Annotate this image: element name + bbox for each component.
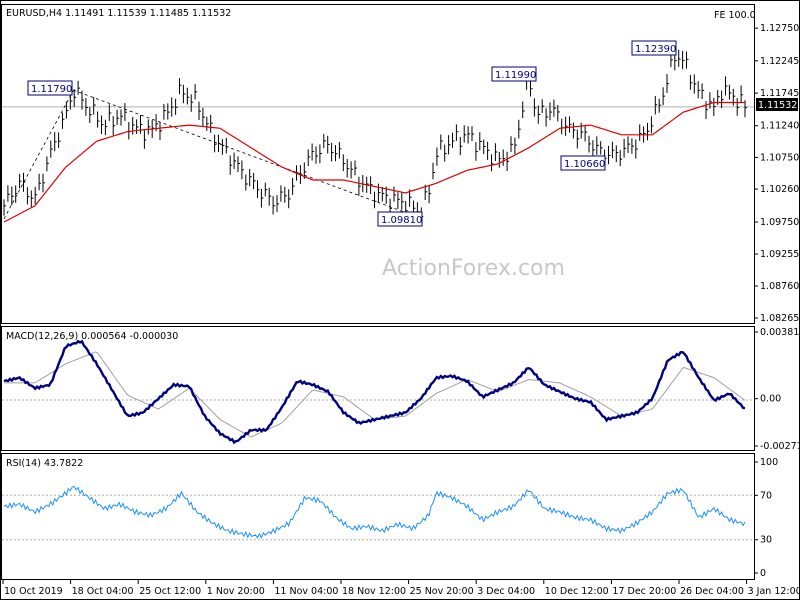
price-tick-label: 1.10260 [760,184,799,195]
price-tick-label: 1.08760 [760,281,799,292]
rsi-tick-label: 70 [760,490,772,501]
price-tick-label: 1.12245 [760,56,799,67]
annotation-1-11990: 1.11990 [491,66,537,82]
rsi-title: RSI(14) 43.7822 [6,458,83,469]
price-tick-label: 1.10750 [760,152,799,163]
time-tick-label: 3 Jan 12:00 [748,586,800,597]
price-tick-label: 1.11240 [760,121,799,132]
rsi-panel-frame [1,453,755,580]
macd-tick-label: 0.003819 [760,327,800,338]
price-tick-label: 1.09255 [760,249,799,260]
time-tick-label: 11 Nov 04:00 [274,586,338,597]
current-price-box: 1.11532 [756,98,798,111]
time-tick-label: 1 Nov 20:00 [207,586,265,597]
annotation-label: 1.11790 [31,84,72,95]
price-tick-label: 1.09750 [760,217,799,228]
rsi-tick-label: 100 [760,457,778,468]
symbol-header: EURUSD,H4 1.11491 1.11539 1.11485 1.1153… [6,8,231,19]
current-price-label: 1.11532 [758,100,797,111]
eurusd-h4-chart: ActionForex.com EURUSD,H4 1.11491 1.1153… [0,0,800,600]
annotation-label: 1.11990 [495,70,536,81]
watermark: ActionForex.com [382,256,565,281]
time-tick-label: 3 Dec 04:00 [477,586,535,597]
time-tick-label: 18 Nov 12:00 [342,586,406,597]
time-tick-label: 17 Dec 20:00 [612,586,676,597]
price-axis: 1.12750 1.12245 1.11745 1.11240 1.10750 1.102… [754,23,799,324]
time-tick-label: 25 Nov 20:00 [410,586,474,597]
macd-panel-frame [1,326,755,451]
macd-axis: 0.003819 0.00 -0.002713 [754,327,800,452]
macd-tick-label: -0.002713 [760,441,800,452]
price-tick-label: 1.08265 [760,313,799,324]
rsi-axis: 100 70 30 0 [754,457,778,579]
rsi-tick-label: 30 [760,535,772,546]
annotation-1-10660: 1.10660 [560,155,606,171]
rsi-tick-label: 0 [760,568,766,579]
time-tick-label: 25 Oct 12:00 [139,586,201,597]
annotation-label: 1.09810 [381,215,422,226]
time-tick-label: 10 Oct 2019 [4,586,63,597]
annotation-label: 1.10660 [564,159,605,170]
annotation-1-12390: 1.12390 [631,40,677,56]
fe-label: FE 100.0 [714,10,756,21]
annotation-1-09810: 1.09810 [377,211,423,227]
macd-title: MACD(12,26,9) 0.000564 -0.000030 [6,331,178,342]
time-tick-label: 26 Dec 04:00 [680,586,744,597]
macd-tick-label: 0.00 [760,394,781,405]
time-tick-label: 10 Dec 12:00 [545,586,609,597]
price-tick-label: 1.12750 [760,23,799,34]
time-axis: 10 Oct 2019 18 Oct 04:00 25 Oct 12:00 1 Nov… [2,580,800,597]
annotation-label: 1.12390 [635,44,676,55]
time-tick-label: 18 Oct 04:00 [72,586,134,597]
annotation-1-11790: 1.11790 [27,80,73,96]
price-tick-label: 1.11745 [760,88,799,99]
